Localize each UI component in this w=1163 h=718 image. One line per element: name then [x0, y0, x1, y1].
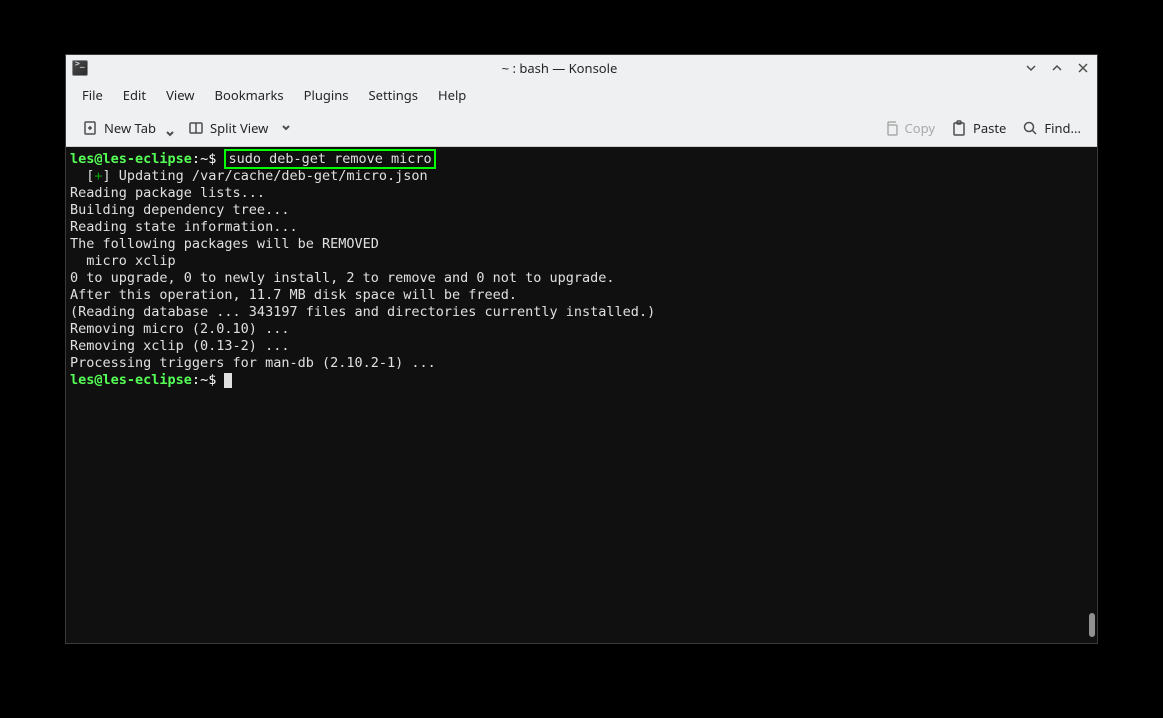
app-icon: [72, 60, 88, 76]
output-line: Building dependency tree...: [70, 202, 1093, 219]
new-tab-icon: [82, 120, 98, 136]
terminal-pane[interactable]: les@les-eclipse:~$ sudo deb-get remove m…: [66, 147, 1097, 643]
close-button[interactable]: [1075, 60, 1091, 76]
find-button[interactable]: Find...: [1014, 115, 1089, 141]
output-line: Reading package lists...: [70, 185, 1093, 202]
new-tab-label: New Tab: [104, 119, 156, 137]
plus-icon: +: [94, 168, 102, 184]
output-line: Reading state information...: [70, 219, 1093, 236]
prompt-path: ~: [200, 372, 208, 388]
new-tab-button[interactable]: New Tab: [74, 115, 164, 141]
scrollbar[interactable]: [1089, 613, 1095, 637]
menu-plugins[interactable]: Plugins: [294, 82, 359, 108]
paste-label: Paste: [973, 119, 1006, 137]
search-icon: [1022, 120, 1038, 136]
find-label: Find...: [1044, 119, 1081, 137]
chevron-down-icon: [166, 130, 174, 138]
output-line: Processing triggers for man-db (2.10.2-1…: [70, 355, 1093, 372]
titlebar: ~ : bash — Konsole: [66, 55, 1097, 81]
prompt-line-1: les@les-eclipse:~$ sudo deb-get remove m…: [70, 151, 1093, 168]
cursor: [224, 373, 232, 388]
menu-edit[interactable]: Edit: [113, 82, 156, 108]
output-line: The following packages will be REMOVED: [70, 236, 1093, 253]
output-line: Removing micro (2.0.10) ...: [70, 321, 1093, 338]
close-icon: [1077, 62, 1089, 74]
output-line: micro xclip: [70, 253, 1093, 270]
prompt-sigil: $: [208, 151, 216, 167]
menubar: File Edit View Bookmarks Plugins Setting…: [66, 81, 1097, 109]
menu-view[interactable]: View: [156, 82, 204, 108]
menu-settings[interactable]: Settings: [359, 82, 428, 108]
output-line: 0 to upgrade, 0 to newly install, 2 to r…: [70, 270, 1093, 287]
minimize-button[interactable]: [1023, 60, 1039, 76]
maximize-button[interactable]: [1049, 60, 1065, 76]
prompt-line-2: les@les-eclipse:~$: [70, 372, 1093, 389]
toolbar: New Tab Split View Copy Paste: [66, 109, 1097, 147]
output-line: Removing xclip (0.13-2) ...: [70, 338, 1093, 355]
prompt-sep: :: [192, 372, 200, 388]
prompt-user-host: les@les-eclipse: [70, 372, 192, 388]
split-view-label: Split View: [210, 119, 268, 137]
prompt-path: ~: [200, 151, 208, 167]
prompt-sep: :: [192, 151, 200, 167]
chevron-up-icon: [1051, 62, 1063, 74]
split-view-dropdown[interactable]: [276, 124, 296, 132]
window-title: ~ : bash — Konsole: [96, 59, 1023, 77]
paste-button[interactable]: Paste: [943, 115, 1014, 141]
copy-icon: [883, 120, 899, 136]
chevron-down-icon: [282, 124, 290, 132]
menu-file[interactable]: File: [72, 82, 113, 108]
output-line: After this operation, 11.7 MB disk space…: [70, 287, 1093, 304]
window-controls: [1023, 60, 1091, 76]
menu-help[interactable]: Help: [428, 82, 476, 108]
prompt-sigil: $: [208, 372, 216, 388]
prompt-user-host: les@les-eclipse: [70, 151, 192, 167]
chevron-down-icon: [1025, 62, 1037, 74]
output-line: [+] Updating /var/cache/deb-get/micro.js…: [70, 168, 1093, 185]
copy-button[interactable]: Copy: [875, 115, 943, 141]
paste-icon: [951, 120, 967, 136]
menu-bookmarks[interactable]: Bookmarks: [205, 82, 294, 108]
output-line: (Reading database ... 343197 files and d…: [70, 304, 1093, 321]
split-view-icon: [188, 120, 204, 136]
konsole-window: ~ : bash — Konsole File Edit View Bookma…: [65, 54, 1098, 644]
highlighted-command: sudo deb-get remove micro: [224, 149, 435, 169]
new-tab-dropdown[interactable]: [160, 130, 180, 138]
split-view-button[interactable]: Split View: [180, 115, 276, 141]
copy-label: Copy: [905, 119, 935, 137]
